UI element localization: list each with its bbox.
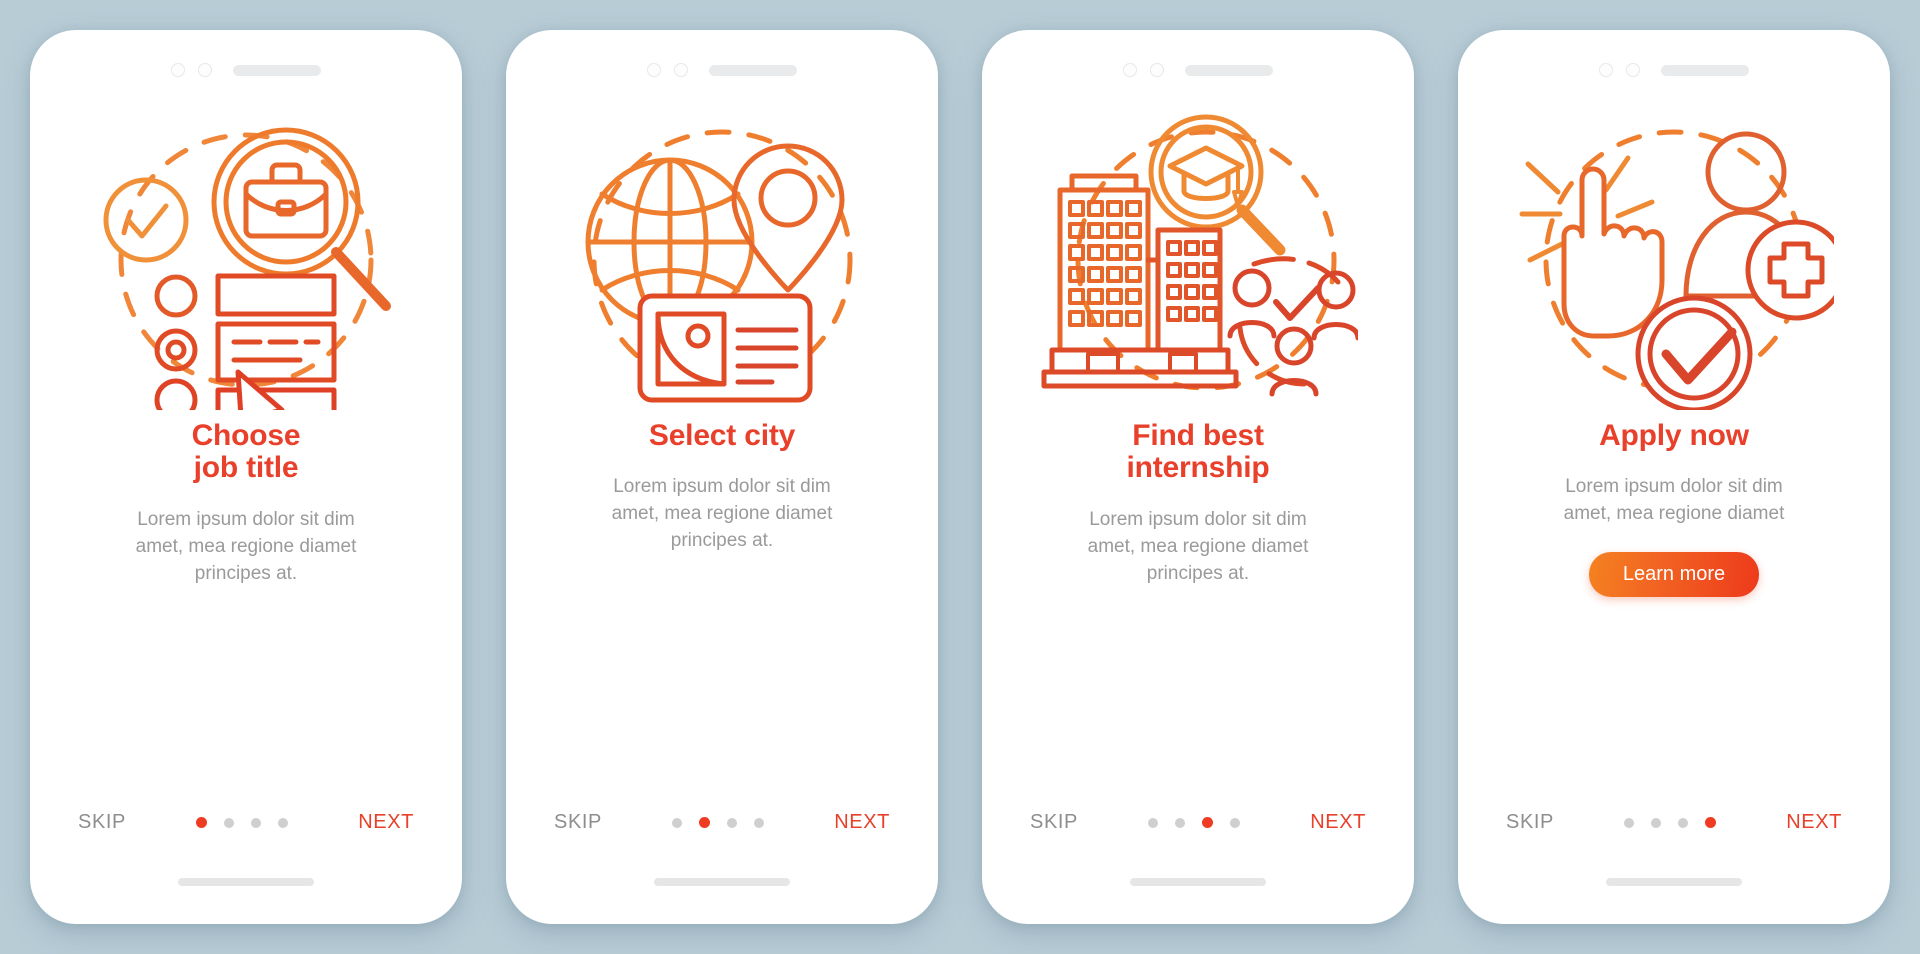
camera-icon	[171, 63, 185, 77]
phone-mockup-apply-now: Apply now Lorem ipsum dolor sit dim amet…	[1458, 30, 1890, 924]
skip-button[interactable]: SKIP	[1506, 811, 1554, 834]
onboarding-screens-stage: Choose job title Lorem ipsum dolor sit d…	[0, 0, 1920, 954]
speaker-grill-icon	[1185, 64, 1273, 76]
speaker-grill-icon	[233, 64, 321, 76]
onboarding-nav: SKIP NEXT	[518, 811, 926, 834]
phone-status-notch	[1470, 42, 1878, 98]
next-button[interactable]: NEXT	[358, 811, 414, 834]
page-title: Apply now	[1599, 419, 1749, 452]
phone-mockup-choose-job-title: Choose job title Lorem ipsum dolor sit d…	[30, 30, 462, 924]
camera-icon	[1599, 63, 1613, 77]
home-indicator[interactable]	[654, 878, 790, 886]
pagination-dot-1[interactable]	[672, 817, 683, 828]
tap-hand-add-user-checkmark-illustration	[1514, 110, 1834, 410]
pagination-dots	[1148, 817, 1241, 828]
pagination-dots	[672, 817, 765, 828]
home-indicator[interactable]	[1130, 878, 1266, 886]
next-button[interactable]: NEXT	[1786, 811, 1842, 834]
onboarding-nav: SKIP NEXT	[1470, 811, 1878, 834]
pagination-dot-4[interactable]	[754, 817, 765, 828]
pagination-dot-2[interactable]	[699, 817, 711, 828]
onboarding-nav: SKIP NEXT	[42, 811, 450, 834]
pagination-dot-3[interactable]	[1202, 817, 1214, 828]
screen-select-city: Select city Lorem ipsum dolor sit dim am…	[518, 42, 926, 912]
sensor-icon	[674, 63, 688, 77]
screen-find-best-internship: Find best internship Lorem ipsum dolor s…	[994, 42, 1402, 912]
speaker-grill-icon	[709, 64, 797, 76]
pagination-dot-1[interactable]	[1624, 817, 1635, 828]
page-title: Find best internship	[1126, 419, 1270, 485]
page-title: Select city	[648, 419, 796, 452]
pagination-dots	[1624, 817, 1717, 828]
next-button[interactable]: NEXT	[834, 811, 890, 834]
sensor-icon	[198, 63, 212, 77]
screen-choose-job-title: Choose job title Lorem ipsum dolor sit d…	[42, 42, 450, 912]
buildings-graduation-magnifier-people-illustration	[1038, 110, 1358, 410]
phone-mockup-find-best-internship: Find best internship Lorem ipsum dolor s…	[982, 30, 1414, 924]
learn-more-button[interactable]: Learn more	[1588, 552, 1760, 598]
pagination-dot-4[interactable]	[278, 817, 289, 828]
screen-apply-now: Apply now Lorem ipsum dolor sit dim amet…	[1470, 42, 1878, 912]
globe-location-pin-id-card-illustration	[562, 110, 882, 410]
page-description: Lorem ipsum dolor sit dim amet, mea regi…	[135, 508, 357, 584]
pagination-dot-2[interactable]	[1651, 817, 1662, 828]
pagination-dot-1[interactable]	[1148, 817, 1159, 828]
sensor-icon	[1150, 63, 1164, 77]
page-description: Lorem ipsum dolor sit dim amet, mea regi…	[611, 476, 833, 552]
page-description: Lorem ipsum dolor sit dim amet, mea regi…	[1087, 508, 1309, 584]
pagination-dot-3[interactable]	[727, 817, 738, 828]
skip-button[interactable]: SKIP	[554, 811, 602, 834]
home-indicator[interactable]	[178, 878, 314, 886]
phone-mockup-select-city: Select city Lorem ipsum dolor sit dim am…	[506, 30, 938, 924]
phone-status-notch	[518, 42, 926, 98]
pagination-dot-1[interactable]	[196, 817, 208, 828]
page-description: Lorem ipsum dolor sit dim amet, mea regi…	[1563, 476, 1785, 525]
phone-status-notch	[994, 42, 1402, 98]
camera-icon	[1123, 63, 1137, 77]
briefcase-magnifier-checklist-illustration	[86, 110, 406, 410]
home-indicator[interactable]	[1606, 878, 1742, 886]
page-title: Choose job title	[191, 419, 301, 485]
pagination-dot-3[interactable]	[1678, 817, 1689, 828]
sensor-icon	[1626, 63, 1640, 77]
pagination-dot-4[interactable]	[1705, 817, 1717, 828]
next-button[interactable]: NEXT	[1310, 811, 1366, 834]
pagination-dot-3[interactable]	[251, 817, 262, 828]
phone-status-notch	[42, 42, 450, 98]
pagination-dot-2[interactable]	[1175, 817, 1186, 828]
onboarding-nav: SKIP NEXT	[994, 811, 1402, 834]
skip-button[interactable]: SKIP	[78, 811, 126, 834]
skip-button[interactable]: SKIP	[1030, 811, 1078, 834]
pagination-dots	[196, 817, 289, 828]
pagination-dot-4[interactable]	[1230, 817, 1241, 828]
speaker-grill-icon	[1661, 64, 1749, 76]
pagination-dot-2[interactable]	[224, 817, 235, 828]
camera-icon	[647, 63, 661, 77]
